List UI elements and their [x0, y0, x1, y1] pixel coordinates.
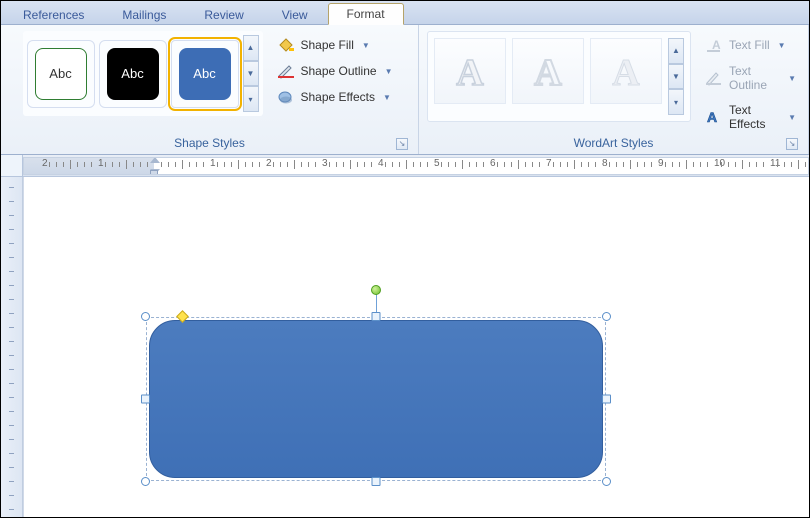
text-outline-label: Text Outline	[729, 64, 780, 92]
resize-handle-tl[interactable]	[141, 312, 150, 321]
wordart-thumb-3[interactable]: A	[590, 38, 662, 104]
gallery-scroll-down[interactable]: ▼	[243, 61, 259, 87]
text-effects-icon: A	[705, 109, 723, 125]
pencil-outline-icon	[277, 63, 295, 79]
ruler-label: 2	[263, 158, 272, 174]
text-outline-button[interactable]: Text Outline ▼	[701, 62, 800, 94]
group-label-shape-styles: Shape Styles ↘	[9, 136, 410, 152]
shape-fill-label: Shape Fill	[301, 38, 354, 52]
text-commands: A Text Fill ▼ Text Outline ▼ A Tex	[701, 31, 800, 133]
shape-commands: Shape Fill ▼ Shape Outline ▼ Shape Effec…	[273, 31, 397, 107]
gallery-more-button[interactable]: ▾	[243, 86, 259, 112]
svg-text:A: A	[712, 38, 721, 52]
wordart-thumb-2[interactable]: A	[512, 38, 584, 104]
ruler-label: 10	[711, 158, 725, 174]
selected-shape[interactable]	[146, 317, 606, 481]
ruler-label: 2	[39, 158, 48, 174]
text-effects-label: Text Effects	[729, 103, 780, 131]
shape-style-thumb-3[interactable]: Abc	[171, 40, 239, 108]
ruler-label: 5	[431, 158, 440, 174]
rounded-rectangle-shape[interactable]	[149, 320, 603, 478]
ribbon: Abc Abc Abc ▲ ▼ ▾ S	[1, 25, 809, 155]
wordart-thumb-1[interactable]: A	[434, 38, 506, 104]
resize-handle-tr[interactable]	[602, 312, 611, 321]
group-wordart-styles: A A A ▲ ▼ ▾ A Text F	[419, 25, 809, 154]
svg-text:A: A	[534, 52, 562, 94]
gallery-scroll-up[interactable]: ▲	[243, 35, 259, 61]
wordart-gallery-scroll: ▲ ▼ ▾	[668, 38, 684, 115]
dialog-launcher-wordart-styles[interactable]: ↘	[786, 138, 798, 150]
wordart-more-button[interactable]: ▾	[668, 89, 684, 115]
ruler-label: 1	[207, 158, 216, 174]
shape-style-thumb-2-label: Abc	[107, 48, 159, 100]
paint-bucket-icon	[277, 37, 295, 53]
wordart-scroll-up[interactable]: ▲	[668, 38, 684, 64]
vertical-ruler[interactable]	[1, 177, 23, 517]
shape-outline-button[interactable]: Shape Outline ▼	[273, 61, 397, 81]
chevron-down-icon: ▼	[788, 74, 796, 83]
text-effects-button[interactable]: A Text Effects ▼	[701, 101, 800, 133]
shape-effects-icon	[277, 89, 295, 105]
tab-review[interactable]: Review	[186, 5, 261, 25]
dialog-launcher-shape-styles[interactable]: ↘	[396, 138, 408, 150]
resize-handle-br[interactable]	[602, 477, 611, 486]
tab-view[interactable]: View	[264, 5, 326, 25]
workspace	[1, 177, 809, 517]
shape-effects-label: Shape Effects	[301, 90, 376, 104]
shape-style-thumb-3-label: Abc	[179, 48, 231, 100]
rotation-handle[interactable]	[371, 285, 381, 295]
ruler-label: 4	[375, 158, 384, 174]
ruler-label: 9	[655, 158, 664, 174]
svg-text:A: A	[456, 52, 484, 94]
chevron-down-icon: ▼	[778, 41, 786, 50]
document-page[interactable]	[23, 177, 809, 517]
resize-handle-l[interactable]	[141, 395, 150, 404]
wordart-gallery: A A A ▲ ▼ ▾	[427, 31, 691, 122]
ribbon-tabs: References Mailings Review View Format	[1, 1, 809, 25]
text-fill-button[interactable]: A Text Fill ▼	[701, 35, 800, 55]
ruler-label: 8	[599, 158, 608, 174]
resize-handle-t[interactable]	[371, 312, 380, 321]
ruler-label: 3	[319, 158, 328, 174]
wordart-scroll-down[interactable]: ▼	[668, 64, 684, 90]
shape-style-thumb-1[interactable]: Abc	[27, 40, 95, 108]
chevron-down-icon: ▼	[362, 41, 370, 50]
horizontal-ruler[interactable]: 211234567891011	[1, 155, 809, 177]
chevron-down-icon: ▼	[383, 93, 391, 102]
chevron-down-icon: ▼	[385, 67, 393, 76]
left-indent-marker[interactable]	[150, 170, 158, 175]
ruler-scale[interactable]: 211234567891011	[23, 157, 809, 175]
shape-style-thumb-2[interactable]: Abc	[99, 40, 167, 108]
ruler-corner	[1, 155, 23, 176]
gallery-scroll: ▲ ▼ ▾	[243, 35, 259, 112]
svg-text:A: A	[707, 109, 717, 125]
shape-style-gallery: Abc Abc Abc ▲ ▼ ▾	[23, 31, 263, 116]
tab-format[interactable]: Format	[328, 3, 404, 25]
group-label-wordart-styles: WordArt Styles ↘	[427, 136, 800, 152]
shape-fill-button[interactable]: Shape Fill ▼	[273, 35, 397, 55]
resize-handle-r[interactable]	[602, 395, 611, 404]
text-outline-icon	[705, 70, 723, 86]
tab-references[interactable]: References	[5, 5, 102, 25]
rotation-stem	[376, 293, 377, 313]
ruler-label: 1	[95, 158, 104, 174]
resize-handle-b[interactable]	[371, 477, 380, 486]
ruler-label: 7	[543, 158, 552, 174]
shape-outline-label: Shape Outline	[301, 64, 377, 78]
ruler-label: 6	[487, 158, 496, 174]
first-line-indent-marker[interactable]	[150, 157, 160, 163]
group-shape-styles: Abc Abc Abc ▲ ▼ ▾ S	[1, 25, 419, 154]
tab-mailings[interactable]: Mailings	[104, 5, 184, 25]
ruler-label: 11	[767, 158, 780, 174]
svg-text:A: A	[612, 52, 640, 94]
shape-effects-button[interactable]: Shape Effects ▼	[273, 87, 397, 107]
text-fill-label: Text Fill	[729, 38, 770, 52]
shape-style-thumb-1-label: Abc	[35, 48, 87, 100]
resize-handle-bl[interactable]	[141, 477, 150, 486]
text-fill-icon: A	[705, 37, 723, 53]
chevron-down-icon: ▼	[788, 113, 796, 122]
